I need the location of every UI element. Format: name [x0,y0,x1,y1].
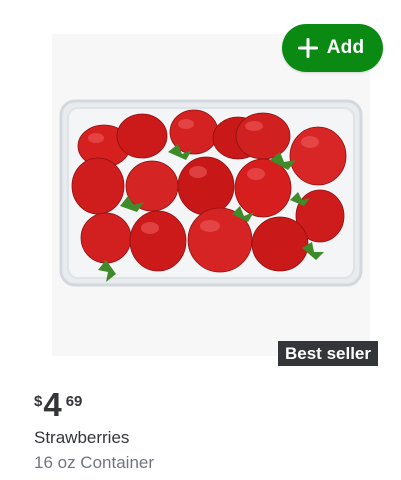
add-to-cart-button[interactable]: Add [282,24,383,72]
price-currency: $ [34,393,43,410]
product-price: $ 4 69 [34,386,82,426]
strawberries-container-image[interactable] [58,98,364,288]
product-name[interactable]: Strawberries [34,428,129,448]
product-card[interactable]: Add Best seller $ 4 69 Strawberries 16 o… [0,0,401,480]
product-size: 16 oz Container [34,453,155,472]
plus-icon [297,38,318,58]
best-seller-badge: Best seller [278,341,378,366]
price-cents: 69 [65,393,83,410]
price-dollars: 4 [43,386,62,423]
add-button-label: Add [326,37,365,58]
